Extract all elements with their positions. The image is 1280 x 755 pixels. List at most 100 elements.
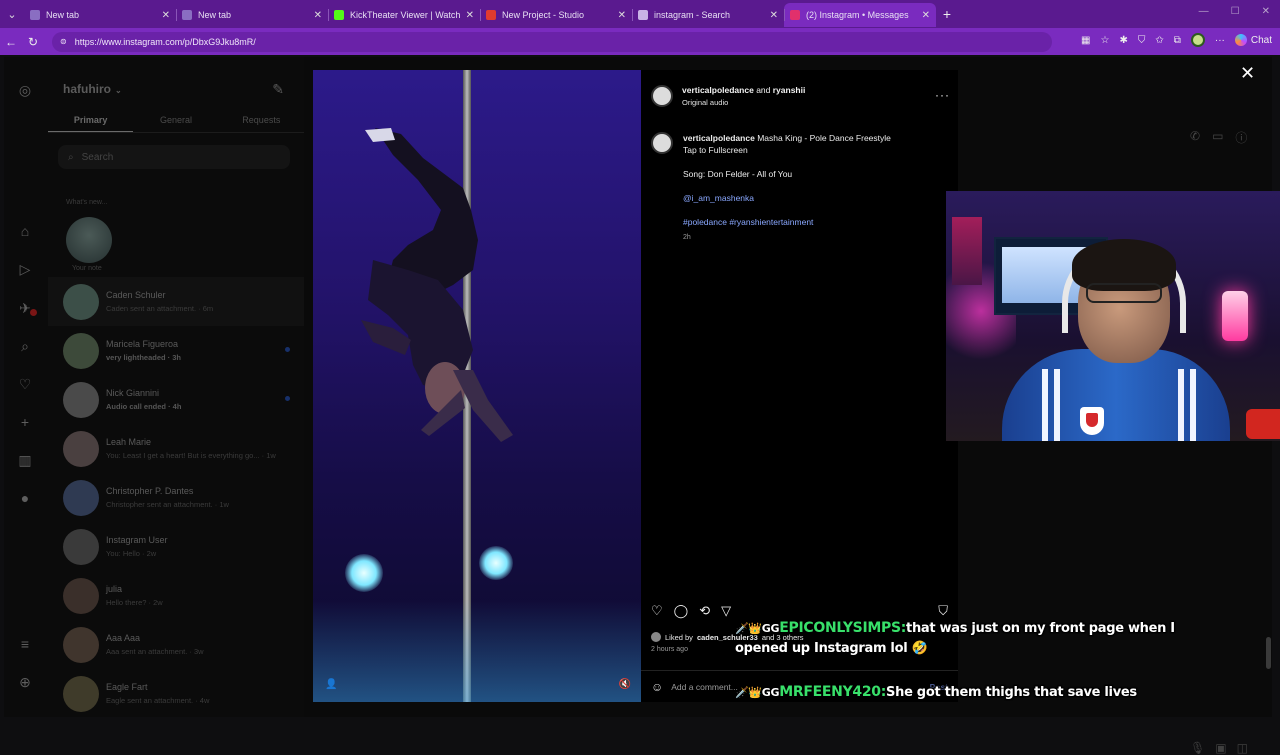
close-tab-icon[interactable]: ✕ <box>618 10 626 21</box>
conversation-item[interactable]: Nick Giannini Audio call ended · 4h <box>48 375 304 424</box>
wall-poster <box>952 217 982 285</box>
author-name[interactable]: verticalpoledance <box>682 85 754 95</box>
avatar <box>63 430 99 467</box>
conversation-item[interactable]: Christopher P. Dantes Christopher sent an… <box>48 473 304 522</box>
thread-call-icons: ✆ ▭ ⓘ <box>1190 129 1247 146</box>
close-tab-icon[interactable]: ✕ <box>162 10 170 21</box>
caption-author[interactable]: verticalpoledance <box>683 133 755 143</box>
conversation-item[interactable]: julia Hello there? · 2w <box>48 571 304 620</box>
info-icon[interactable]: ⓘ <box>1235 129 1247 146</box>
conversation-item[interactable]: Caden Schuler Caden sent an attachment. ·… <box>48 277 304 326</box>
conversation-name: Maricela Figueroa <box>106 339 179 349</box>
new-tab-icon[interactable]: + <box>936 6 958 22</box>
conversation-name: julia <box>106 584 123 594</box>
conversation-item[interactable]: Instagram User You: Hello · 2w <box>48 522 304 571</box>
home-icon[interactable]: ⌂ <box>16 222 34 240</box>
avatar <box>63 577 99 614</box>
video-call-icon[interactable]: ▭ <box>1212 129 1223 146</box>
browser-tab[interactable]: instagram - Search ✕ <box>632 3 784 27</box>
share-icon[interactable]: ▽ <box>721 603 731 619</box>
tab-requests[interactable]: Requests <box>219 109 304 132</box>
account-switcher[interactable]: hafuhiro ⌄ <box>63 82 122 96</box>
reels-icon[interactable]: ▷ <box>16 260 34 278</box>
close-tab-icon[interactable]: ✕ <box>770 10 778 21</box>
copilot-chat-button[interactable]: Chat <box>1234 34 1272 46</box>
conversation-item[interactable]: Leah Marie You: Least I get a heart! But … <box>48 424 304 473</box>
tagged-people-icon[interactable]: 👤 <box>325 679 337 690</box>
close-tab-icon[interactable]: ✕ <box>314 10 322 21</box>
coauthor-name[interactable]: ryanshii <box>773 85 806 95</box>
threads-icon[interactable]: ⊕ <box>16 673 34 691</box>
conversation-item[interactable]: Maricela Figueroa very lightheaded · 3h <box>48 326 304 375</box>
tab-favicon-icon <box>182 10 192 20</box>
comment-icon[interactable]: ◯ <box>674 603 689 619</box>
image-icon[interactable]: ▣ <box>1215 741 1226 755</box>
mute-icon[interactable]: 🔇 <box>619 679 631 690</box>
close-window-icon[interactable]: ✕ <box>1262 6 1270 17</box>
collections-icon[interactable]: ⧉ <box>1174 35 1181 46</box>
search-icon[interactable]: ⌕ <box>16 337 34 355</box>
favorites-icon[interactable]: ✩ <box>1155 35 1163 46</box>
repost-icon[interactable]: ⟲ <box>699 603 710 619</box>
site-info-icon[interactable]: ⊜ <box>60 37 67 46</box>
instagram-icon[interactable]: ◎ <box>16 81 34 99</box>
more-menu-icon[interactable]: ··· <box>1215 35 1225 46</box>
avatar <box>63 479 99 516</box>
tab-actions-menu-icon[interactable]: ⌄ <box>0 0 24 28</box>
browser-tab[interactable]: New tab ✕ <box>176 3 328 27</box>
emoji-icon[interactable]: ☺ <box>651 680 663 694</box>
caption-hashtags[interactable]: #poledance #ryanshientertainment <box>683 216 943 228</box>
like-icon[interactable]: ♡ <box>651 603 663 619</box>
caption-mention[interactable]: @i_am_mashenka <box>683 192 943 204</box>
close-tab-icon[interactable]: ✕ <box>466 10 474 21</box>
sticker-icon[interactable]: ◫ <box>1237 741 1248 755</box>
microphone-icon[interactable]: 🎙 <box>1190 741 1205 755</box>
bookmark-icon[interactable]: ⛉ <box>938 603 948 619</box>
reader-view-icon[interactable]: ▦ <box>1081 35 1090 46</box>
maximize-icon[interactable]: ☐ <box>1231 6 1240 17</box>
post-actions: ♡ ◯ ⟲ ▽ <box>651 603 731 619</box>
menu-icon[interactable]: ≡ <box>16 635 34 653</box>
lamp <box>1222 291 1248 341</box>
conversation-name: Instagram User <box>106 535 168 545</box>
minimize-icon[interactable]: — <box>1199 6 1209 17</box>
close-tab-icon[interactable]: ✕ <box>922 10 930 21</box>
audio-label[interactable]: Original audio <box>682 98 805 107</box>
favorite-star-icon[interactable]: ☆ <box>1100 35 1109 46</box>
shield-icon[interactable]: ⛉ <box>1138 35 1146 46</box>
browser-tab[interactable]: KickTheater Viewer | Watch M ✕ <box>328 3 480 27</box>
note-avatar[interactable] <box>66 217 112 263</box>
tab-general[interactable]: General <box>133 109 218 132</box>
note-bubble[interactable]: What's new... <box>66 199 107 206</box>
caption-time: 2h <box>683 234 691 241</box>
close-modal-icon[interactable]: ✕ <box>1240 63 1255 83</box>
notifications-icon[interactable]: ♡ <box>16 375 34 393</box>
post-video[interactable]: 👤 🔇 <box>313 70 641 702</box>
author-avatar[interactable] <box>651 85 673 107</box>
tab-primary[interactable]: Primary <box>48 109 134 132</box>
url-field[interactable]: ⊜ https://www.instagram.com/p/DbxG9Jku8m… <box>52 31 1052 52</box>
messages-icon[interactable]: ✈ <box>16 299 37 317</box>
caption-avatar[interactable] <box>651 132 673 154</box>
phone-icon[interactable]: ✆ <box>1190 129 1200 146</box>
create-icon[interactable]: + <box>16 413 34 431</box>
profile-icon[interactable]: ● <box>16 489 34 507</box>
stage-light <box>479 546 513 580</box>
refresh-icon[interactable]: ↻ <box>22 35 44 49</box>
new-message-icon[interactable]: ✎ <box>272 81 284 98</box>
browser-tab-active[interactable]: (2) Instagram • Messages ✕ <box>784 3 936 27</box>
dashboard-icon[interactable]: ▥ <box>16 451 34 469</box>
conversation-item[interactable]: Eagle Fart Eagle sent an attachment. · 4w <box>48 669 304 718</box>
scrollbar[interactable] <box>1266 637 1271 669</box>
more-options-icon[interactable]: ··· <box>935 88 950 102</box>
back-icon[interactable]: ← <box>0 35 22 49</box>
profile-avatar[interactable] <box>1190 33 1205 47</box>
extension-icon[interactable]: ✱ <box>1119 35 1127 46</box>
browser-tab[interactable]: New Project - Studio ✕ <box>480 3 632 27</box>
browser-tab[interactable]: New tab ✕ <box>24 3 176 27</box>
tab-label: KickTheater Viewer | Watch M <box>350 10 462 20</box>
webcam-overlay <box>946 191 1280 441</box>
conversation-name: Eagle Fart <box>106 682 148 692</box>
search-input[interactable]: ⌕ Search <box>58 145 290 169</box>
conversation-item[interactable]: Aaa Aaa Aaa sent an attachment. · 3w <box>48 620 304 669</box>
